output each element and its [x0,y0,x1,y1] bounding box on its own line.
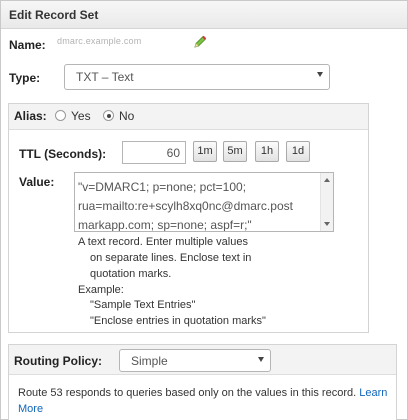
name-field[interactable]: dmarc.example.com [57,36,141,46]
name-label: Name: [9,38,46,52]
value-help-text: quotation marks. [90,268,172,280]
routing-description: Route 53 responds to queries based only … [18,387,387,399]
ttl-1m-button[interactable]: 1m [193,141,217,162]
value-help-example: "Enclose entries in quotation marks" [90,315,266,327]
value-help-text: on separate lines. Enclose text in [90,252,252,264]
textarea-scrollbar[interactable] [320,173,333,231]
scroll-up-icon[interactable] [324,178,330,182]
value-help-example: "Sample Text Entries" [90,299,196,311]
ttl-input[interactable]: 60 [122,141,186,164]
panel-header: Edit Record Set [1,1,407,29]
routing-policy-select[interactable]: Simple [119,349,271,372]
routing-policy-value: Simple [131,354,168,368]
type-label: Type: [9,71,41,85]
alias-yes-radio[interactable] [55,110,66,121]
routing-policy-label: Routing Policy: [14,354,102,368]
ttl-label: TTL (Seconds): [19,147,107,161]
value-help-text: A text record. Enter multiple values [78,236,248,248]
type-select-value: TXT – Text [76,70,134,84]
learn-more-link-cont[interactable]: More [18,403,43,415]
ttl-5m-button[interactable]: 5m [223,141,247,162]
panel-title: Edit Record Set [9,8,99,22]
learn-more-link[interactable]: Learn [359,387,387,399]
alias-label: Alias: [14,109,47,123]
ttl-input-value: 60 [166,146,180,160]
alias-no-radio[interactable] [103,110,114,121]
alias-yes-label: Yes [71,109,91,123]
value-label: Value: [19,175,55,189]
ttl-1d-button[interactable]: 1d [286,141,310,162]
type-select[interactable]: TXT – Text [64,64,330,90]
ttl-1h-button[interactable]: 1h [255,141,279,162]
chevron-down-icon [258,357,264,362]
edit-record-set-panel: Edit Record Set Name: dmarc.example.com … [0,0,408,420]
alias-no-label: No [119,109,135,123]
pencil-icon[interactable] [192,34,208,50]
value-help-example-label: Example: [78,284,124,296]
scroll-down-icon[interactable] [324,222,330,226]
value-textarea[interactable]: "v=DMARC1; p=none; pct=100; rua=mailto:r… [74,172,334,232]
value-line: rua=mailto:re+scylh8xq0nc@dmarc.post [78,199,293,213]
value-line: "v=DMARC1; p=none; pct=100; [78,180,247,194]
routing-description-text: Route 53 responds to queries based only … [18,387,357,399]
chevron-down-icon [317,72,323,77]
value-line: markapp.com; sp=none; aspf=r;" [78,218,252,232]
